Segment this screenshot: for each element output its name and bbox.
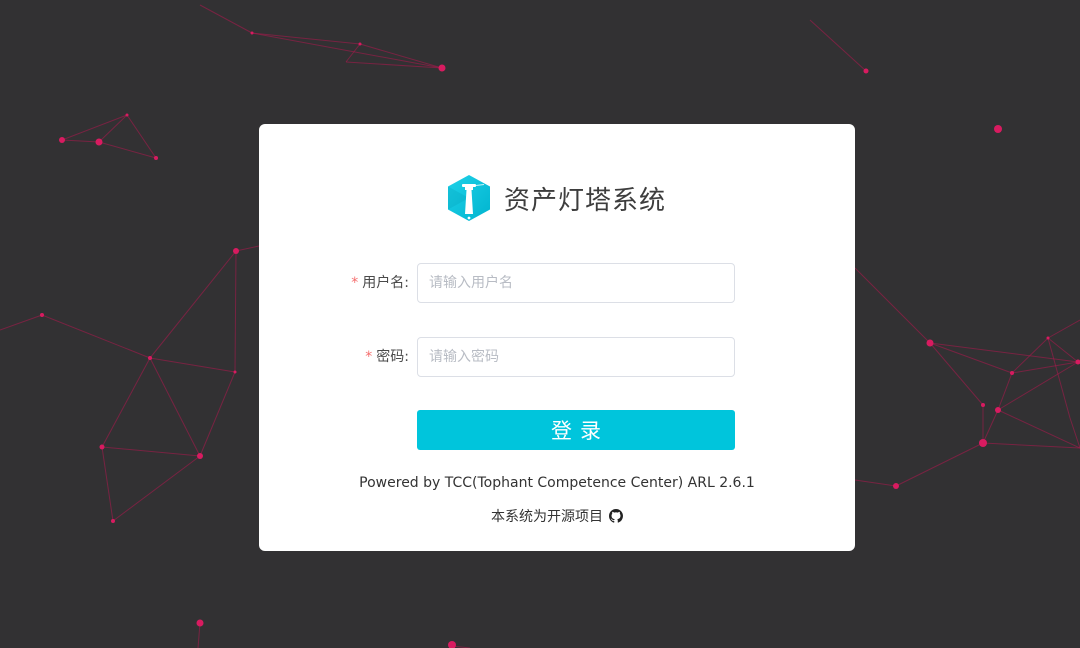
required-mark: *	[351, 275, 359, 291]
app-title: 资产灯塔系统	[504, 185, 667, 216]
open-source-text: 本系统为开源项目	[491, 509, 603, 525]
username-label-text: 用户名:	[362, 275, 409, 291]
brand-header: 资产灯塔系统	[446, 174, 666, 222]
password-row: * 密码:	[259, 337, 855, 377]
login-card: 资产灯塔系统 *用户名: *密码: 登录 Powered by TCC(Toph…	[259, 124, 855, 551]
username-label: * 用户名:	[351, 263, 409, 303]
github-icon[interactable]	[609, 509, 623, 523]
open-source-note: 本系统为开源项目	[259, 506, 855, 526]
password-label-text: 密码:	[376, 349, 409, 365]
required-mark: *	[365, 349, 373, 365]
lighthouse-icon	[448, 175, 490, 221]
username-input[interactable]	[417, 263, 735, 303]
username-row: * 用户名:	[259, 263, 855, 303]
password-input[interactable]	[417, 337, 735, 377]
login-button[interactable]: 登录	[417, 410, 735, 450]
password-label: * 密码:	[365, 337, 409, 377]
powered-by-text: Powered by TCC(Tophant Competence Center…	[359, 475, 755, 491]
